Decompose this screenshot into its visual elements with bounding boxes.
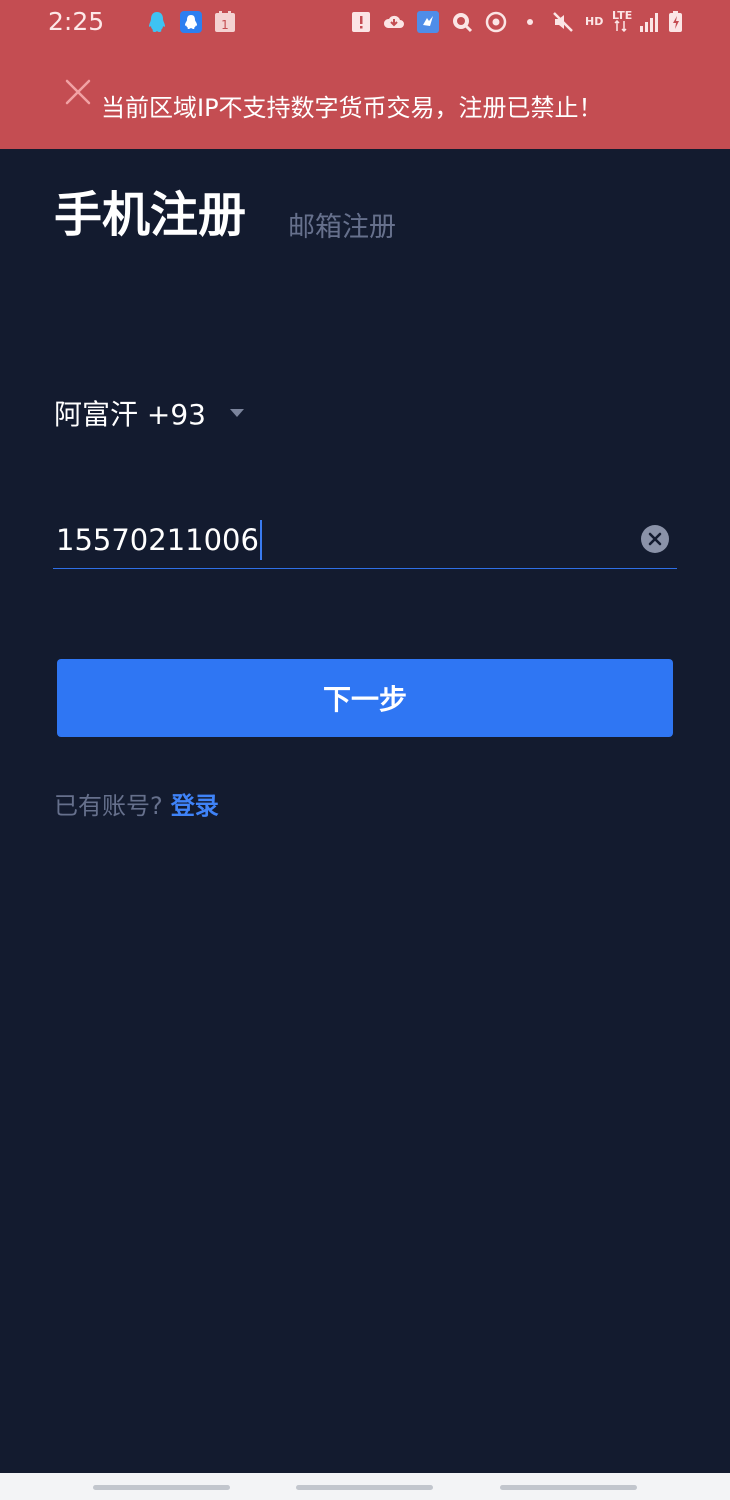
qq-mail-icon — [179, 10, 203, 34]
mute-icon — [551, 10, 575, 34]
text-cursor — [259, 520, 262, 560]
phone-input-text[interactable]: 15570211006 — [56, 520, 262, 560]
login-prompt: 已有账号? — [54, 792, 163, 820]
country-label: 阿富汗 +93 — [54, 398, 206, 431]
login-link[interactable]: 登录 — [171, 792, 219, 820]
search-app-icon — [450, 10, 474, 34]
next-step-button[interactable]: 下一步 — [57, 659, 673, 737]
tab-email-register[interactable]: 邮箱注册 — [288, 208, 396, 248]
phone-input-value: 15570211006 — [56, 523, 259, 557]
clear-input-icon[interactable] — [640, 524, 670, 554]
data-arrows-icon — [614, 20, 628, 32]
login-row: 已有账号? 登录 — [54, 786, 219, 826]
dot-icon — [518, 10, 542, 34]
status-time: 2:25 — [48, 7, 105, 36]
chevron-down-icon — [228, 407, 246, 419]
signal-icon — [638, 10, 662, 34]
status-bar: 2:25 1 HD LTE — [0, 0, 730, 44]
cloud-sync-icon — [382, 10, 406, 34]
shield-app-icon — [416, 10, 440, 34]
banner-message: 当前区域IP不支持数字货币交易，注册已禁止！ — [101, 94, 603, 122]
qq-icon — [145, 10, 169, 34]
navigation-bar — [0, 1473, 730, 1500]
close-icon[interactable] — [64, 78, 92, 106]
tab-phone-register[interactable]: 手机注册 — [54, 182, 246, 248]
nav-home-handle[interactable] — [296, 1485, 433, 1490]
phone-input[interactable]: 15570211006 — [53, 510, 677, 569]
country-selector[interactable]: 阿富汗 +93 — [54, 389, 246, 437]
sync-circle-icon — [484, 10, 508, 34]
calendar-icon: 1 — [213, 10, 237, 34]
hd-label: HD — [585, 15, 604, 28]
svg-text:1: 1 — [221, 18, 229, 32]
battery-charging-icon — [664, 10, 688, 34]
alert-icon — [349, 10, 373, 34]
nav-recents-handle[interactable] — [500, 1485, 637, 1490]
nav-back-handle[interactable] — [93, 1485, 230, 1490]
